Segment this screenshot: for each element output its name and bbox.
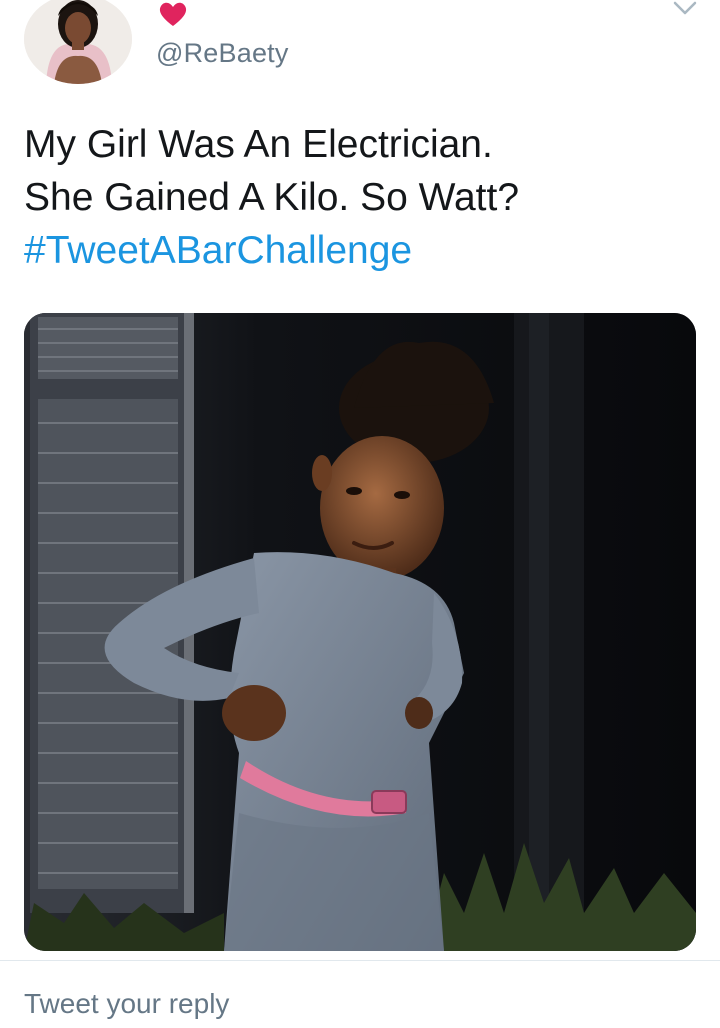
- tweet-text-line: My Girl Was An Electrician.: [24, 123, 493, 166]
- avatar-image: [24, 0, 132, 84]
- chevron-down-icon[interactable]: [672, 0, 698, 18]
- author-handle[interactable]: @ReBaety: [156, 38, 289, 69]
- divider: [0, 960, 720, 961]
- heart-icon[interactable]: [157, 0, 189, 28]
- tweet-text-line: She Gained A Kilo. So Watt?: [24, 176, 520, 219]
- hashtag-link[interactable]: #TweetABarChallenge: [24, 224, 694, 277]
- tweet-media[interactable]: [24, 313, 696, 951]
- avatar[interactable]: [24, 0, 132, 84]
- tweet-text: My Girl Was An Electrician. She Gained A…: [24, 118, 694, 277]
- reply-input[interactable]: Tweet your reply: [24, 988, 229, 1020]
- tweet-photo: [24, 313, 696, 951]
